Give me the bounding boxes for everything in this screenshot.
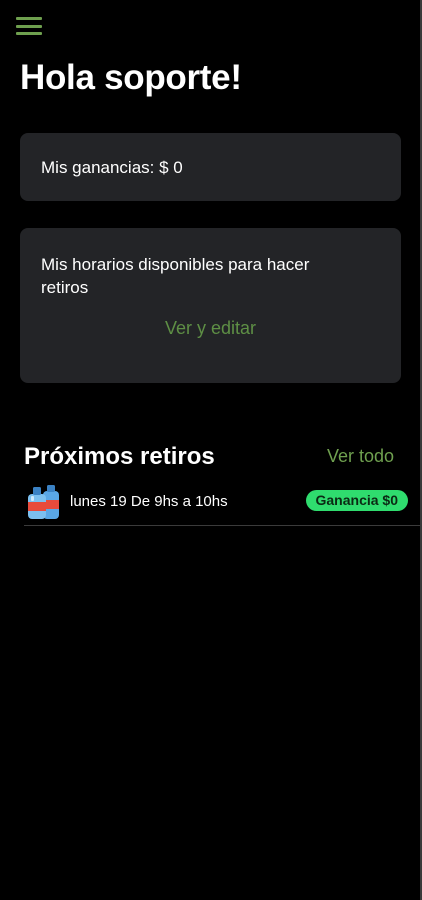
- greeting-title: Hola soporte!: [20, 58, 242, 97]
- see-all-link[interactable]: Ver todo: [327, 446, 394, 467]
- schedule-card: Mis horarios disponibles para hacer reti…: [20, 228, 401, 383]
- menu-bar: [16, 32, 42, 35]
- schedule-text: Mis horarios disponibles para hacer reti…: [41, 255, 310, 297]
- upcoming-pickups-title: Próximos retiros: [24, 443, 215, 470]
- pickup-list-item[interactable]: lunes 19 De 9hs a 10hs Ganancia $0: [24, 480, 420, 526]
- menu-bar: [16, 17, 42, 20]
- water-bottles-icon: [28, 485, 59, 519]
- hamburger-menu-icon[interactable]: [16, 17, 42, 35]
- view-edit-schedule-link[interactable]: Ver y editar: [20, 318, 401, 339]
- earnings-text: Mis ganancias: $ 0: [41, 158, 183, 177]
- earnings-badge: Ganancia $0: [305, 490, 408, 511]
- menu-bar: [16, 24, 42, 28]
- pickup-schedule-text: lunes 19 De 9hs a 10hs: [70, 493, 228, 510]
- app-screen: Hola soporte! Mis ganancias: $ 0 Mis hor…: [0, 0, 422, 900]
- earnings-card: Mis ganancias: $ 0: [20, 133, 401, 201]
